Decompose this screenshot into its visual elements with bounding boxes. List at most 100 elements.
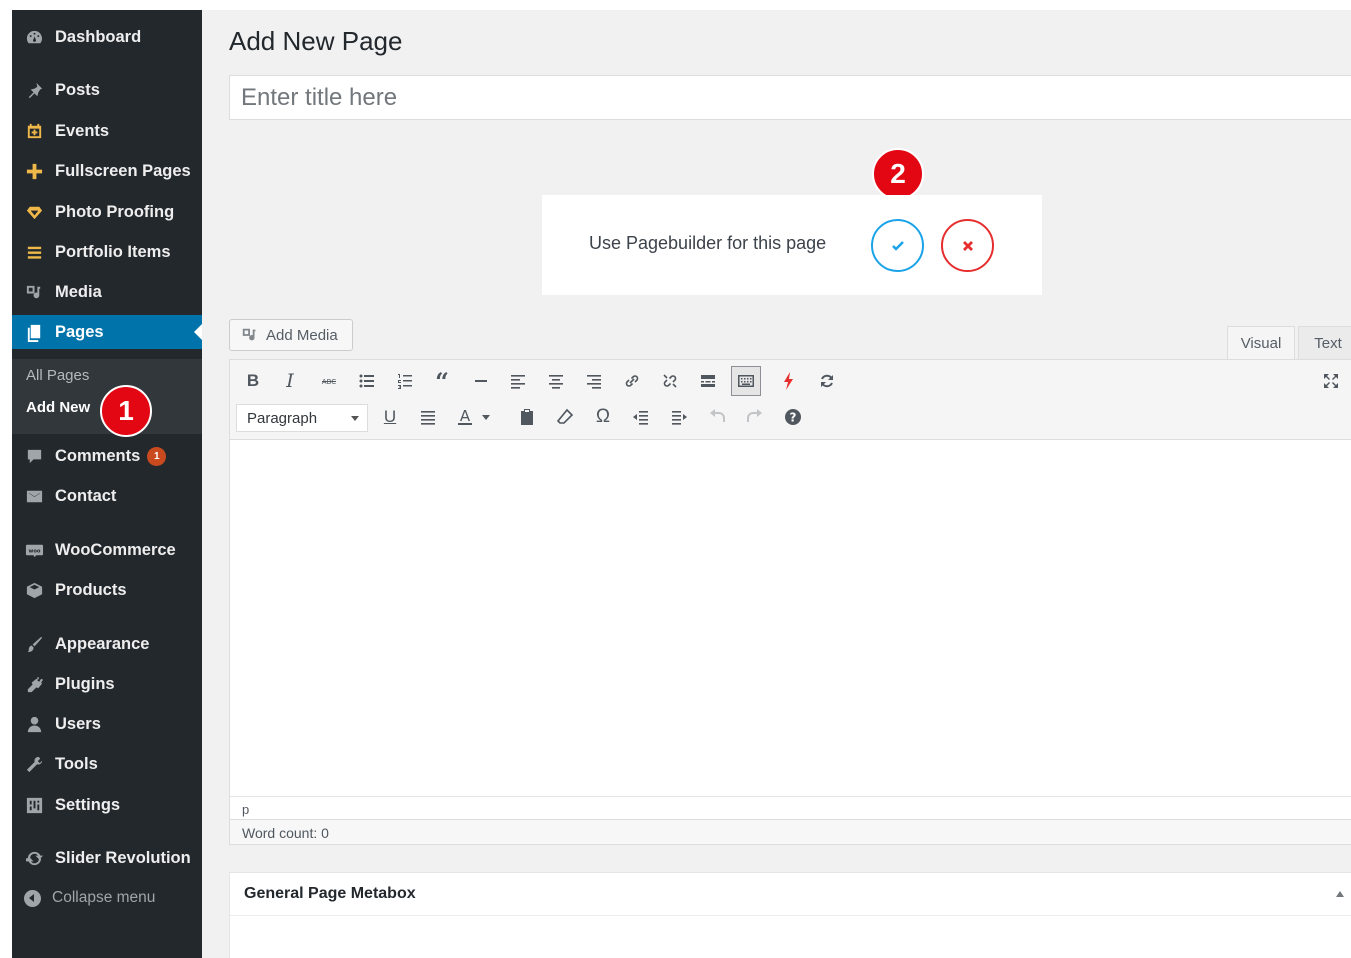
special-character-button[interactable]: Ω: [588, 402, 618, 432]
sidebar-item-plugins[interactable]: Plugins: [12, 667, 202, 701]
sidebar-item-slider-revolution[interactable]: Slider Revolution: [12, 841, 202, 875]
sidebar-item-appearance[interactable]: Appearance: [12, 627, 202, 661]
outdent-icon: [633, 411, 648, 425]
strikethrough-button[interactable]: ABC: [314, 366, 344, 396]
pagebuilder-prompt-text: Use Pagebuilder for this page: [589, 233, 827, 253]
sidebar-item-label: Fullscreen Pages: [55, 161, 191, 180]
redo-button[interactable]: [740, 402, 770, 432]
sidebar-item-label: Slider Revolution: [55, 848, 191, 867]
insert-link-button[interactable]: [617, 366, 647, 396]
omega-icon: Ω: [595, 406, 611, 427]
align-center-button[interactable]: [541, 366, 571, 396]
sidebar-item-portfolio-items[interactable]: Portfolio Items: [12, 235, 202, 269]
page-title: Add New Page: [229, 26, 403, 56]
svg-text:A: A: [460, 407, 471, 425]
underline-button[interactable]: U: [375, 402, 405, 432]
keyboard-icon: [738, 375, 754, 387]
align-right-button[interactable]: [579, 366, 609, 396]
sidebar-item-label: WooCommerce: [55, 540, 176, 559]
read-more-button[interactable]: [693, 366, 723, 396]
outdent-button[interactable]: [626, 402, 656, 432]
sidebar-item-users[interactable]: Users: [12, 707, 202, 741]
calendar-icon: [23, 120, 45, 142]
numbered-list-icon: [398, 374, 412, 389]
sidebar-item-label: Products: [55, 580, 127, 599]
add-media-button[interactable]: Add Media: [229, 319, 353, 351]
sidebar-item-photo-proofing[interactable]: Photo Proofing: [12, 195, 202, 229]
svg-text:?: ?: [790, 411, 797, 425]
metabox-title[interactable]: General Page Metabox: [230, 873, 1351, 916]
strikethrough-icon: ABC: [322, 378, 336, 386]
sidebar-item-label: Users: [55, 714, 101, 733]
sidebar-item-tools[interactable]: Tools: [12, 747, 202, 781]
text-color-icon: A: [458, 407, 472, 425]
lightning-icon: [784, 372, 793, 390]
paste-as-text-button[interactable]: [512, 402, 542, 432]
refresh-icon: [821, 374, 833, 388]
numbered-list-button[interactable]: [390, 366, 420, 396]
read-more-icon: [701, 375, 715, 387]
pagebuilder-cancel-button[interactable]: [941, 219, 994, 272]
sidebar-item-contact[interactable]: Contact: [12, 479, 202, 513]
text-color-dropdown[interactable]: [478, 402, 494, 432]
sidebar-item-posts[interactable]: Posts: [12, 73, 202, 107]
submenu-item-add-new[interactable]: Add New: [26, 399, 90, 416]
italic-button[interactable]: I: [275, 366, 305, 396]
sidebar-item-pages[interactable]: Pages: [12, 315, 202, 349]
envelope-icon: [23, 485, 45, 507]
main-content: Add New Page 2 Use Pagebuilder for this …: [202, 10, 1351, 958]
collapse-menu-button[interactable]: Collapse menu: [12, 886, 202, 910]
diamond-icon: [23, 201, 45, 223]
editor-path: p: [230, 796, 1351, 820]
post-title-input[interactable]: [229, 75, 1351, 120]
clear-formatting-button[interactable]: [550, 402, 580, 432]
undo-button[interactable]: [702, 402, 732, 432]
step-marker-1: 1: [100, 385, 152, 437]
sidebar-item-media[interactable]: Media: [12, 275, 202, 309]
pagebuilder-confirm-button[interactable]: [871, 219, 924, 272]
bold-icon: B: [246, 371, 260, 390]
remove-link-button[interactable]: [655, 366, 685, 396]
italic-icon: I: [286, 370, 294, 392]
plus-icon: [23, 160, 45, 182]
collapse-toggle-icon[interactable]: [1336, 891, 1344, 897]
submenu-item-all-pages[interactable]: All Pages: [26, 367, 89, 384]
sidebar-item-label: Settings: [55, 795, 121, 814]
tab-text[interactable]: Text: [1298, 326, 1351, 360]
horizontal-line-button[interactable]: [466, 366, 496, 396]
dashboard-icon: [23, 26, 45, 48]
bold-button[interactable]: B: [238, 366, 268, 396]
sidebar-item-settings[interactable]: Settings: [12, 788, 202, 822]
sidebar-item-label: Posts: [55, 80, 100, 99]
sidebar-item-products[interactable]: Products: [12, 573, 202, 607]
sidebar-item-dashboard[interactable]: Dashboard: [12, 20, 202, 54]
pages-icon: [23, 321, 45, 343]
keyboard-shortcuts-button[interactable]: ?: [778, 402, 808, 432]
sidebar-item-label: Appearance: [55, 634, 150, 653]
blockquote-button[interactable]: “: [427, 366, 457, 396]
shortcode-button[interactable]: [774, 366, 804, 396]
toolbar-toggle-button[interactable]: [731, 366, 761, 396]
quote-icon: “: [435, 366, 449, 396]
bullet-list-icon: [359, 374, 374, 388]
sidebar-item-events[interactable]: Events: [12, 114, 202, 148]
justify-icon: [421, 411, 435, 425]
sidebar-item-comments[interactable]: Comments 1: [12, 439, 202, 473]
format-select[interactable]: Paragraph: [236, 404, 368, 432]
align-left-button[interactable]: [503, 366, 533, 396]
fullscreen-button[interactable]: [1316, 366, 1346, 396]
step-marker-2: 2: [872, 148, 924, 200]
bullet-list-button[interactable]: [352, 366, 382, 396]
refresh-button[interactable]: [812, 366, 842, 396]
text-color-button[interactable]: A: [450, 402, 480, 432]
tab-visual[interactable]: Visual: [1227, 326, 1295, 360]
word-count: Word count: 0: [229, 820, 1351, 845]
collapse-menu-label: Collapse menu: [52, 889, 156, 906]
justify-button[interactable]: [413, 402, 443, 432]
editor-content-area[interactable]: [230, 440, 1351, 796]
indent-button[interactable]: [664, 402, 694, 432]
sidebar-item-label: Portfolio Items: [55, 242, 171, 261]
sidebar-item-label: Pages: [55, 322, 104, 341]
sidebar-item-fullscreen-pages[interactable]: Fullscreen Pages: [12, 154, 202, 188]
sidebar-item-woocommerce[interactable]: woo WooCommerce: [12, 533, 202, 567]
